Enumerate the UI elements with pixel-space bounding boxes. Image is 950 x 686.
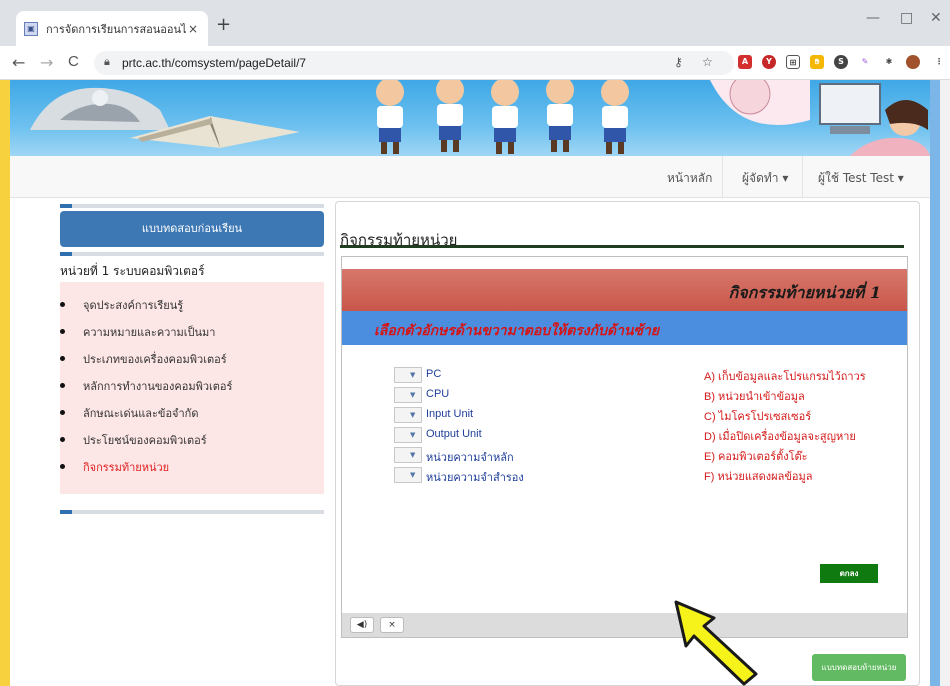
chevron-down-icon: ▼: [410, 391, 416, 399]
chevron-down-icon: ▼: [410, 451, 416, 459]
match-left-item: Output Unit: [426, 428, 482, 440]
match-right-item: A) เก็บข้อมูลและโปรแกรมไว้ถาวร: [704, 371, 866, 383]
page-scrollbar[interactable]: [930, 80, 950, 686]
minimize-button[interactable]: —: [866, 10, 880, 26]
page-title: กิจกรรมท้ายหน่วย: [340, 231, 458, 249]
lesson-how-it-works-link[interactable]: หลักการทำงานของคอมพิวเตอร์: [60, 377, 324, 404]
answer-dropdown[interactable]: ▼: [394, 467, 422, 483]
maximize-button[interactable]: □: [900, 10, 913, 26]
new-tab-button[interactable]: +: [216, 14, 231, 35]
posttest-button[interactable]: แบบทดสอบท้ายหน่วย: [812, 654, 906, 681]
nav-home-link[interactable]: หน้าหลัก: [667, 169, 712, 188]
title-underline: [340, 245, 904, 248]
page-left-border: [0, 80, 10, 686]
match-right-item: E) คอมพิวเตอร์ตั้งโต๊ะ: [704, 451, 808, 463]
lesson-meaning-link[interactable]: ความหมายและความเป็นมา: [60, 323, 324, 350]
pretest-button[interactable]: แบบทดสอบก่อนเรียน: [60, 211, 324, 247]
yab-extension-icon[interactable]: Y: [762, 55, 776, 69]
lesson-computer-types-link[interactable]: ประเภทของเครื่องคอมพิวเตอร์: [60, 350, 324, 377]
sound-toggle-button[interactable]: ◀): [350, 617, 374, 633]
answer-dropdown[interactable]: ▼: [394, 407, 422, 423]
answer-dropdown[interactable]: ▼: [394, 427, 422, 443]
chevron-down-icon: ▼: [410, 411, 416, 419]
match-right-item: C) ไมโครโปรเซสเซอร์: [704, 411, 812, 423]
sidebar-divider: [60, 204, 324, 208]
match-right-item: D) เมื่อปิดเครื่องข้อมูลจะสูญหาย: [704, 431, 856, 443]
tab-favicon-icon: ▣: [24, 21, 38, 36]
puzzle-extension-icon[interactable]: ✱: [882, 55, 896, 69]
girl-computer-illustration: [710, 80, 930, 156]
tab-title: การจัดการเรียนการสอนออนไลน์: [46, 23, 186, 36]
lock-icon: 🔒︎: [104, 55, 110, 68]
lesson-benefits-link[interactable]: ประโยชน์ของคอมพิวเตอร์: [60, 431, 324, 458]
chevron-down-icon: ▼: [410, 371, 416, 379]
pointer-arrow-icon: [674, 600, 758, 686]
match-right-item: B) หน่วยนำเข้าข้อมูล: [704, 391, 805, 403]
activity-instruction-bar: เลือกตัวอักษรด้านขวามาตอบให้ตรงกับด้านซ้…: [342, 311, 907, 345]
pen-extension-icon[interactable]: ✎: [858, 55, 872, 69]
match-left-item: หน่วยความจำสำรอง: [426, 472, 524, 484]
grid-extension-icon[interactable]: ⊞: [786, 55, 800, 69]
activity-header: กิจกรรมท้ายหน่วยที่ 1: [342, 269, 907, 311]
answer-dropdown[interactable]: ▼: [394, 447, 422, 463]
match-left-item: CPU: [426, 388, 450, 400]
url-input[interactable]: 🔒︎ prtc.ac.th/comsystem/pageDetail/7 ⚷ ☆: [94, 51, 734, 75]
forward-button[interactable]: →: [40, 53, 53, 72]
activity-instruction: เลือกตัวอักษรด้านขวามาตอบให้ตรงกับด้านซ้…: [374, 323, 660, 339]
lesson-objectives-link[interactable]: จุดประสงค์การเรียนรู้: [60, 296, 324, 323]
menu-kebab-icon[interactable]: ⋮: [932, 55, 946, 69]
lesson-features-link[interactable]: ลักษณะเด่นและข้อจำกัด: [60, 404, 324, 431]
answer-dropdown[interactable]: ▼: [394, 367, 422, 383]
web-page: หน้าหลัก ผู้จัดทำ ▾ ผู้ใช้ Test Test ▾ แ…: [10, 80, 930, 686]
nav-divider: [802, 156, 803, 198]
children-illustration: [376, 80, 629, 154]
activity-control-bar: ◀) ×: [342, 613, 907, 637]
submit-answers-button[interactable]: ตกลง: [820, 564, 878, 583]
back-button[interactable]: ←: [12, 53, 25, 72]
tab-close-icon[interactable]: ×: [186, 22, 200, 36]
nav-author-dropdown[interactable]: ผู้จัดทำ ▾: [742, 169, 788, 188]
chevron-down-icon: ▼: [410, 471, 416, 479]
browser-tab[interactable]: ▣ การจัดการเรียนการสอนออนไลน์ ×: [16, 11, 208, 46]
key-icon[interactable]: ⚷: [674, 55, 683, 69]
match-left-item: PC: [426, 368, 442, 380]
top-navbar: หน้าหลัก ผู้จัดทำ ▾ ผู้ใช้ Test Test ▾: [10, 156, 930, 198]
reload-button[interactable]: C: [68, 53, 79, 70]
nav-divider: [722, 156, 723, 198]
browser-titlebar: ▣ การจัดการเรียนการสอนออนไลน์ × + — □ ✕: [0, 0, 950, 46]
s-extension-icon[interactable]: S: [834, 55, 848, 69]
hand-extension-icon[interactable]: ✋︎: [810, 55, 824, 69]
pdf-extension-icon[interactable]: A: [738, 55, 752, 69]
unit-title: หน่วยที่ 1 ระบบคอมพิวเตอร์: [60, 264, 205, 278]
address-bar: ← → C 🔒︎ prtc.ac.th/comsystem/pageDetail…: [0, 46, 950, 80]
match-left-item: หน่วยความจำหลัก: [426, 452, 514, 464]
activity-header-title: กิจกรรมท้ายหน่วยที่ 1: [728, 283, 881, 302]
profile-avatar[interactable]: [906, 55, 920, 69]
url-text: prtc.ac.th/comsystem/pageDetail/7: [122, 56, 307, 70]
chevron-down-icon: ▼: [410, 431, 416, 439]
match-left-item: Input Unit: [426, 408, 474, 420]
close-activity-button[interactable]: ×: [380, 617, 404, 633]
lesson-unit-activity-link[interactable]: กิจกรรมท้ายหน่วย: [60, 458, 324, 485]
unit-lesson-list: จุดประสงค์การเรียนรู้ ความหมายและความเป็…: [60, 282, 324, 494]
answer-dropdown[interactable]: ▼: [394, 387, 422, 403]
match-right-item: F) หน่วยแสดงผลข้อมูล: [704, 471, 813, 483]
sidebar-divider: [60, 252, 324, 256]
bookmark-star-icon[interactable]: ☆: [702, 55, 713, 69]
book-illustration: [130, 116, 300, 148]
close-window-button[interactable]: ✕: [930, 10, 942, 26]
site-banner: [10, 80, 930, 156]
nav-user-dropdown[interactable]: ผู้ใช้ Test Test ▾: [818, 169, 904, 188]
matching-activity: กิจกรรมท้ายหน่วยที่ 1 เลือกตัวอักษรด้านข…: [341, 256, 908, 638]
sidebar-divider: [60, 510, 324, 514]
